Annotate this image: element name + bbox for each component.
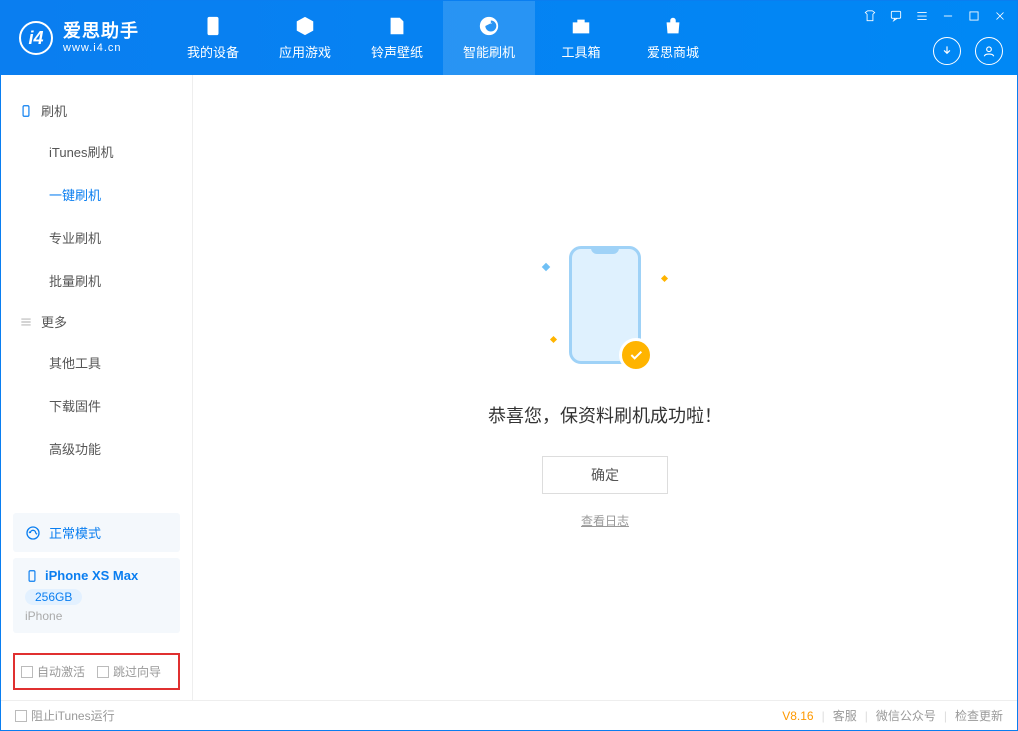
wechat-link[interactable]: 微信公众号 bbox=[876, 707, 936, 724]
sidebar-item-pro-flash[interactable]: 专业刷机 bbox=[1, 216, 192, 259]
sidebar-options-highlight: 自动激活 跳过向导 bbox=[13, 653, 180, 690]
device-icon bbox=[19, 104, 33, 118]
sidebar-item-onekey-flash[interactable]: 一键刷机 bbox=[1, 173, 192, 216]
device-type-label: iPhone bbox=[25, 609, 168, 623]
refresh-icon bbox=[478, 15, 500, 37]
sidebar-item-itunes-flash[interactable]: iTunes刷机 bbox=[1, 130, 192, 173]
sidebar-section-more: 更多 bbox=[1, 302, 192, 341]
list-icon bbox=[19, 315, 33, 329]
minimize-icon[interactable] bbox=[941, 9, 955, 23]
sidebar-section-flash: 刷机 bbox=[1, 91, 192, 130]
ok-button[interactable]: 确定 bbox=[542, 456, 668, 494]
device-mode[interactable]: 正常模式 bbox=[13, 513, 180, 552]
tab-label: 爱思商城 bbox=[647, 42, 699, 61]
phone-small-icon bbox=[25, 569, 39, 583]
app-logo: i4 爱思助手 www.i4.cn bbox=[1, 21, 157, 55]
download-button[interactable] bbox=[933, 37, 961, 65]
logo-icon: i4 bbox=[19, 21, 53, 55]
shirt-icon[interactable] bbox=[863, 9, 877, 23]
menu-icon[interactable] bbox=[915, 9, 929, 23]
device-info[interactable]: iPhone XS Max 256GB iPhone bbox=[13, 558, 180, 633]
sidebar-item-download-firmware[interactable]: 下载固件 bbox=[1, 384, 192, 427]
check-icon bbox=[619, 338, 653, 372]
close-icon[interactable] bbox=[993, 9, 1007, 23]
sidebar: 刷机 iTunes刷机 一键刷机 专业刷机 批量刷机 更多 其他工具 下载固件 … bbox=[1, 75, 193, 700]
support-link[interactable]: 客服 bbox=[833, 707, 857, 724]
app-subtitle: www.i4.cn bbox=[63, 42, 139, 55]
tab-label: 我的设备 bbox=[187, 42, 239, 61]
window-controls bbox=[863, 9, 1007, 23]
footer: 阻止iTunes运行 V8.16 | 客服 | 微信公众号 | 检查更新 bbox=[1, 700, 1017, 730]
sync-icon bbox=[25, 525, 41, 541]
tab-toolbox[interactable]: 工具箱 bbox=[535, 1, 627, 75]
success-message: 恭喜您，保资料刷机成功啦！ bbox=[488, 402, 722, 428]
tab-store[interactable]: 爱思商城 bbox=[627, 1, 719, 75]
cube-icon bbox=[294, 15, 316, 37]
main-tabs: 我的设备 应用游戏 铃声壁纸 智能刷机 工具箱 爱思商城 bbox=[167, 1, 719, 75]
checkbox-auto-activate[interactable]: 自动激活 bbox=[21, 663, 85, 680]
music-file-icon bbox=[386, 15, 408, 37]
tab-label: 智能刷机 bbox=[463, 42, 515, 61]
main-content: 恭喜您，保资料刷机成功啦！ 确定 查看日志 bbox=[193, 75, 1017, 700]
tab-apps-games[interactable]: 应用游戏 bbox=[259, 1, 351, 75]
tab-my-device[interactable]: 我的设备 bbox=[167, 1, 259, 75]
maximize-icon[interactable] bbox=[967, 9, 981, 23]
app-header: i4 爱思助手 www.i4.cn 我的设备 应用游戏 铃声壁纸 智能刷机 工具… bbox=[1, 1, 1017, 75]
checkbox-skip-guide[interactable]: 跳过向导 bbox=[97, 663, 161, 680]
tab-smart-flash[interactable]: 智能刷机 bbox=[443, 1, 535, 75]
view-log-link[interactable]: 查看日志 bbox=[581, 512, 629, 529]
tab-ringtone-wallpaper[interactable]: 铃声壁纸 bbox=[351, 1, 443, 75]
device-name-label: iPhone XS Max bbox=[45, 568, 138, 583]
device-storage-badge: 256GB bbox=[25, 589, 82, 605]
success-illustration bbox=[525, 246, 685, 376]
device-mode-label: 正常模式 bbox=[49, 523, 101, 542]
checkbox-block-itunes[interactable]: 阻止iTunes运行 bbox=[15, 707, 115, 724]
version-label: V8.16 bbox=[782, 709, 813, 723]
tab-label: 应用游戏 bbox=[279, 42, 331, 61]
sidebar-item-advanced[interactable]: 高级功能 bbox=[1, 427, 192, 470]
toolbox-icon bbox=[570, 15, 592, 37]
user-button[interactable] bbox=[975, 37, 1003, 65]
app-title: 爱思助手 bbox=[63, 21, 139, 42]
sidebar-item-other-tools[interactable]: 其他工具 bbox=[1, 341, 192, 384]
feedback-icon[interactable] bbox=[889, 9, 903, 23]
check-update-link[interactable]: 检查更新 bbox=[955, 707, 1003, 724]
tab-label: 工具箱 bbox=[561, 42, 600, 61]
header-actions bbox=[933, 37, 1003, 65]
tab-label: 铃声壁纸 bbox=[371, 42, 423, 61]
phone-icon bbox=[202, 15, 224, 37]
sidebar-item-batch-flash[interactable]: 批量刷机 bbox=[1, 259, 192, 302]
bag-icon bbox=[662, 15, 684, 37]
